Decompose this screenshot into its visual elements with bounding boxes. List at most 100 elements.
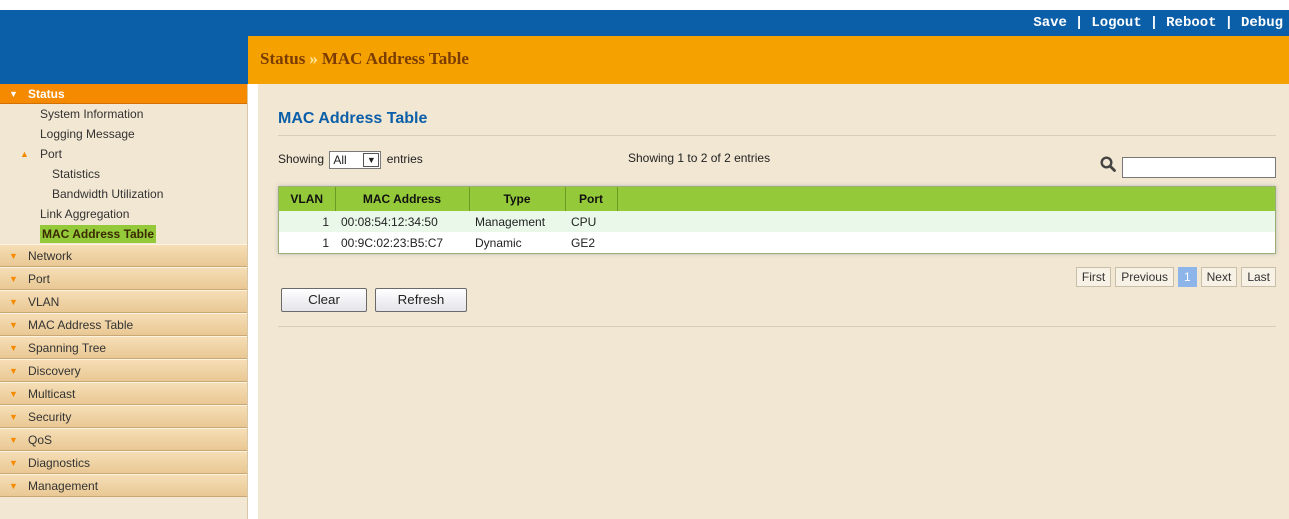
cell-filler <box>617 211 1275 232</box>
sidebar-item-label: Port <box>28 272 51 286</box>
pagination: First Previous 1 Next Last <box>1075 267 1276 287</box>
sidebar-item-label: Multicast <box>28 387 76 401</box>
save-link[interactable]: Save <box>1033 15 1067 31</box>
section-heading: MAC Address Table <box>278 110 428 127</box>
cell-type: Management <box>469 211 565 232</box>
logout-link[interactable]: Logout <box>1091 15 1141 31</box>
sidebar-item-statistics[interactable]: Statistics <box>0 164 247 184</box>
chevron-down-icon: ▼ <box>9 435 18 445</box>
separator: | <box>1224 15 1233 31</box>
cell-port: CPU <box>565 211 617 232</box>
sidebar-item-label: VLAN <box>28 295 60 309</box>
sidebar-item-port[interactable]: ▲ Port <box>0 144 247 164</box>
sidebar-item-security[interactable]: ▼ Security <box>0 405 247 428</box>
breadcrumb-page: MAC Address Table <box>321 49 469 68</box>
divider <box>278 135 1276 136</box>
sidebar-item-mac-address-table-group[interactable]: ▼ MAC Address Table <box>0 313 247 336</box>
table-header-row: VLAN MAC Address Type Port <box>279 187 1275 211</box>
sidebar-item-label: Status <box>28 87 65 101</box>
cell-type: Dynamic <box>469 232 565 253</box>
action-buttons: Clear Refresh <box>281 288 467 312</box>
cell-filler <box>617 232 1275 253</box>
sidebar-item-system-information[interactable]: System Information <box>0 104 247 124</box>
main-panel: MAC Address Table Showing All ▼ entries … <box>258 84 1289 519</box>
column-header-filler <box>617 187 1275 211</box>
showing-label: Showing <box>278 152 325 167</box>
chevron-down-icon: ▼ <box>9 366 18 376</box>
sidebar-item-spanning-tree[interactable]: ▼ Spanning Tree <box>0 336 247 359</box>
separator: | <box>1074 15 1084 31</box>
debug-link[interactable]: Debug <box>1241 15 1283 31</box>
title-bar: Status» MAC Address Table <box>248 36 1289 84</box>
entries-label: entries <box>386 152 423 167</box>
chevron-down-icon: ▼ <box>9 481 18 491</box>
entries-control: Showing All ▼ entries <box>278 151 423 169</box>
sidebar-item-qos[interactable]: ▼ QoS <box>0 428 247 451</box>
chevron-down-icon: ▼ <box>9 412 18 422</box>
last-page-button[interactable]: Last <box>1241 267 1276 287</box>
chevron-down-icon: ▼ <box>9 297 18 307</box>
logo-area <box>0 36 248 84</box>
chevron-up-icon: ▲ <box>20 149 29 159</box>
cell-vlan: 1 <box>279 232 335 253</box>
chevron-down-icon: ▼ <box>9 343 18 353</box>
search-input[interactable] <box>1122 157 1276 178</box>
chevron-down-icon: ▼ <box>9 274 18 284</box>
sidebar-item-logging-message[interactable]: Logging Message <box>0 124 247 144</box>
sidebar-item-label: Security <box>28 410 72 424</box>
chevron-down-icon[interactable]: ▼ <box>363 153 380 167</box>
page-title: Status» MAC Address Table <box>260 49 469 69</box>
sidebar-item-link-aggregation[interactable]: Link Aggregation <box>0 204 247 224</box>
top-links: Save | Logout | Reboot | Debug <box>1033 15 1283 31</box>
cell-mac-address: 00:08:54:12:34:50 <box>335 211 469 232</box>
chevron-down-icon: ▼ <box>9 89 18 99</box>
sidebar-item-discovery[interactable]: ▼ Discovery <box>0 359 247 382</box>
entries-select[interactable]: All ▼ <box>329 151 382 169</box>
first-page-button[interactable]: First <box>1075 267 1112 287</box>
table-info: Showing 1 to 2 of 2 entries <box>628 151 771 165</box>
separator: | <box>1149 15 1159 31</box>
chevron-down-icon: ▼ <box>9 320 18 330</box>
reboot-link[interactable]: Reboot <box>1166 15 1216 31</box>
column-header-mac-address[interactable]: MAC Address <box>335 187 470 211</box>
sidebar-item-port-group[interactable]: ▼ Port <box>0 267 247 290</box>
sidebar-item-label: QoS <box>28 433 53 447</box>
sidebar-item-label: Spanning Tree <box>28 341 107 355</box>
sidebar-item-label: MAC Address Table <box>28 318 134 332</box>
sidebar-item-multicast[interactable]: ▼ Multicast <box>0 382 247 405</box>
column-header-port[interactable]: Port <box>565 187 618 211</box>
mac-table: VLAN MAC Address Type Port 1 00:08:54:12… <box>278 186 1276 254</box>
sidebar-item-label: Port <box>40 147 63 161</box>
current-page-button[interactable]: 1 <box>1177 267 1197 287</box>
table-row[interactable]: 1 00:9C:02:23:B5:C7 Dynamic GE2 <box>279 232 1275 253</box>
cell-vlan: 1 <box>279 211 335 232</box>
table-row[interactable]: 1 00:08:54:12:34:50 Management CPU <box>279 211 1275 232</box>
sidebar-item-label: Discovery <box>28 364 81 378</box>
column-header-vlan[interactable]: VLAN <box>279 187 336 211</box>
search-icon <box>1100 156 1116 172</box>
sidebar-item-status[interactable]: ▼ Status <box>0 84 247 104</box>
sidebar-item-label: Network <box>28 249 73 263</box>
next-page-button[interactable]: Next <box>1200 267 1238 287</box>
refresh-button[interactable]: Refresh <box>375 288 467 312</box>
entries-select-value: All <box>333 153 347 167</box>
sidebar: ▼ Status System Information Logging Mess… <box>0 84 248 519</box>
chevron-down-icon: ▼ <box>9 251 18 261</box>
sidebar-item-management[interactable]: ▼ Management <box>0 474 247 497</box>
clear-button[interactable]: Clear <box>281 288 367 312</box>
breadcrumb-arrow-icon: » <box>309 49 318 68</box>
sidebar-item-bandwidth-utilization[interactable]: Bandwidth Utilization <box>0 184 247 204</box>
column-header-type[interactable]: Type <box>469 187 566 211</box>
previous-page-button[interactable]: Previous <box>1115 267 1174 287</box>
sidebar-item-mac-address-table[interactable]: MAC Address Table <box>0 224 247 244</box>
top-bar: Save | Logout | Reboot | Debug <box>0 10 1289 36</box>
sidebar-item-network[interactable]: ▼ Network <box>0 244 247 267</box>
sidebar-item-vlan[interactable]: ▼ VLAN <box>0 290 247 313</box>
sidebar-item-label: Diagnostics <box>28 456 91 470</box>
chevron-down-icon: ▼ <box>9 389 18 399</box>
cell-port: GE2 <box>565 232 617 253</box>
sidebar-item-label: MAC Address Table <box>40 225 157 243</box>
sidebar-item-label: Management <box>28 479 99 493</box>
cell-mac-address: 00:9C:02:23:B5:C7 <box>335 232 469 253</box>
sidebar-item-diagnostics[interactable]: ▼ Diagnostics <box>0 451 247 474</box>
